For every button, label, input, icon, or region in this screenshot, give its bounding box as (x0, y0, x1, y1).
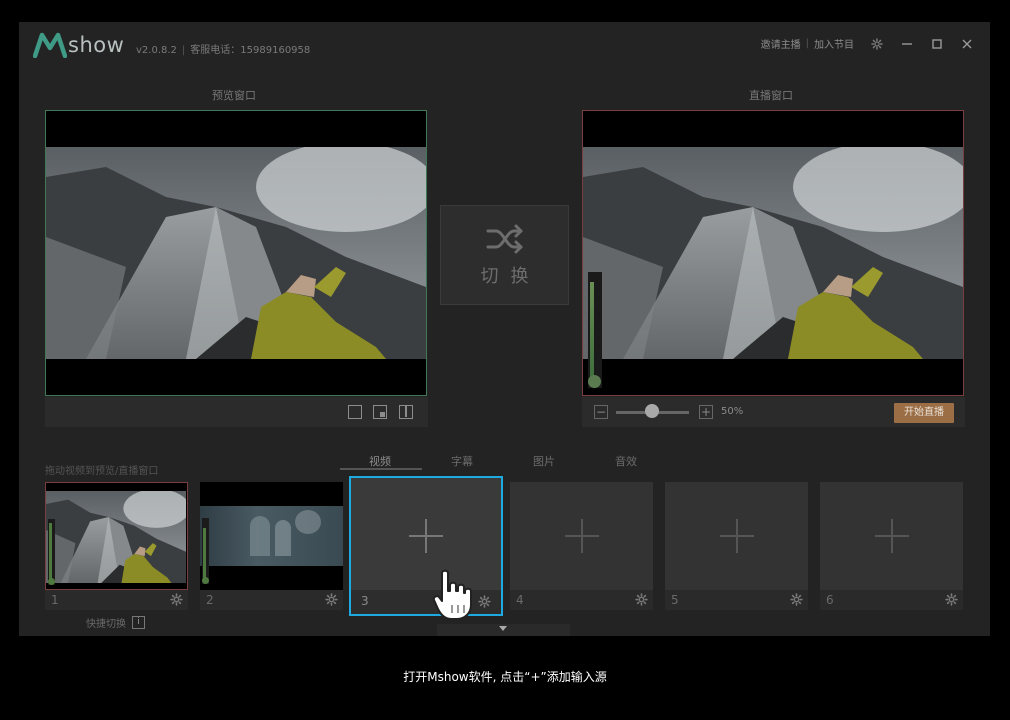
hotline-label: 客服电话：15989160958 (190, 45, 311, 56)
live-audio-meter (588, 272, 602, 388)
mshow-window: show v2.0.8.2 | 客服电话：15989160958 邀请主播 | 加入… (19, 22, 990, 636)
minimize-button[interactable] (900, 37, 914, 51)
source-number: 5 (671, 593, 679, 607)
source-footer-5: 5 (665, 590, 808, 610)
logo-text: show (68, 33, 125, 57)
version-info: v2.0.8.2 | 客服电话：15989160958 (136, 45, 311, 56)
switch-label: 切换 (480, 266, 541, 287)
source-footer-2: 2 (200, 590, 343, 610)
source-slot-5[interactable] (665, 482, 808, 590)
source-thumbnail-2 (200, 506, 343, 566)
source-footer-4: 4 (510, 590, 653, 610)
gear-icon (871, 38, 883, 50)
source-number: 6 (826, 593, 834, 607)
gear-icon[interactable] (478, 595, 491, 608)
add-source-icon[interactable] (564, 519, 599, 553)
live-window (582, 110, 964, 396)
tab-subtitle[interactable]: 字幕 (451, 453, 473, 469)
active-tab-indicator (340, 468, 422, 470)
gear-icon[interactable] (170, 593, 183, 606)
shuffle-icon (486, 224, 522, 254)
volume-down-button[interactable]: − (594, 405, 608, 419)
add-source-icon[interactable] (874, 519, 909, 553)
gear-icon[interactable] (325, 593, 338, 606)
drag-hint: 拖动视频到预览/直播窗口 (45, 466, 159, 477)
settings-button[interactable] (870, 37, 884, 51)
volume-percent: 50% (721, 406, 744, 417)
preview-window[interactable] (45, 110, 427, 396)
chevron-down-icon (499, 626, 507, 631)
source-number: 3 (361, 594, 369, 608)
tab-sound-effect[interactable]: 音效 (615, 453, 637, 469)
layout-single-button[interactable] (348, 405, 362, 419)
add-source-icon[interactable] (719, 519, 754, 553)
add-source-icon[interactable] (409, 519, 443, 553)
gear-icon[interactable] (635, 593, 648, 606)
hand-cursor-icon (432, 569, 472, 620)
source-slot-2[interactable] (200, 482, 343, 590)
tutorial-caption: 打开Mshow软件, 点击“+”添加输入源 (403, 670, 607, 684)
app-logo: show (33, 30, 124, 60)
info-icon[interactable]: i (132, 616, 145, 629)
join-program-link[interactable]: 加入节目 (814, 36, 854, 51)
maximize-icon (932, 38, 942, 49)
quick-switch[interactable]: 快捷切换 i (86, 615, 145, 630)
volume-up-button[interactable]: + (699, 405, 713, 419)
close-icon (962, 39, 972, 48)
source-number: 4 (516, 593, 524, 607)
version-label: v2.0.8.2 (136, 45, 177, 56)
source-number: 1 (51, 593, 59, 607)
layout-pip-button[interactable] (373, 405, 387, 419)
source-audio-meter-2 (202, 518, 209, 584)
volume-slider-thumb[interactable] (645, 404, 659, 418)
preview-video-frame (46, 147, 426, 359)
source-audio-meter-1 (48, 519, 55, 585)
audio-level-bar (590, 282, 594, 378)
source-footer-3: 3 (351, 590, 501, 614)
tab-image[interactable]: 图片 (533, 453, 555, 469)
preview-layout-bar (45, 397, 428, 427)
live-title: 直播窗口 (749, 89, 793, 102)
source-slot-3[interactable]: 3 (349, 476, 503, 616)
pip-icon (380, 412, 385, 417)
source-slot-4[interactable] (510, 482, 653, 590)
source-thumbnail-1 (46, 491, 186, 583)
switch-button[interactable]: 切换 (440, 205, 569, 305)
source-footer-6: 6 (820, 590, 963, 610)
maximize-button[interactable] (930, 37, 944, 51)
source-slot-6[interactable] (820, 482, 963, 590)
titlebar-actions: 邀请主播 | 加入节目 (761, 36, 974, 51)
quick-switch-label: 快捷切换 (86, 619, 126, 630)
audio-meter-knob[interactable] (588, 375, 601, 388)
mshow-logo-icon (33, 32, 67, 58)
source-footer-1: 1 (45, 590, 188, 610)
gear-icon[interactable] (945, 593, 958, 606)
start-live-button[interactable]: 开始直播 (894, 403, 954, 423)
gear-icon[interactable] (790, 593, 803, 606)
source-slot-1[interactable] (45, 482, 188, 590)
preview-title: 预览窗口 (212, 89, 256, 102)
layout-split-button[interactable] (399, 405, 413, 419)
split-icon (405, 406, 407, 417)
minimize-icon (902, 42, 912, 45)
invite-host-link[interactable]: 邀请主播 (761, 36, 801, 51)
close-button[interactable] (960, 37, 974, 51)
source-number: 2 (206, 593, 214, 607)
tab-video[interactable]: 视频 (369, 453, 391, 469)
live-video-frame (583, 147, 963, 359)
